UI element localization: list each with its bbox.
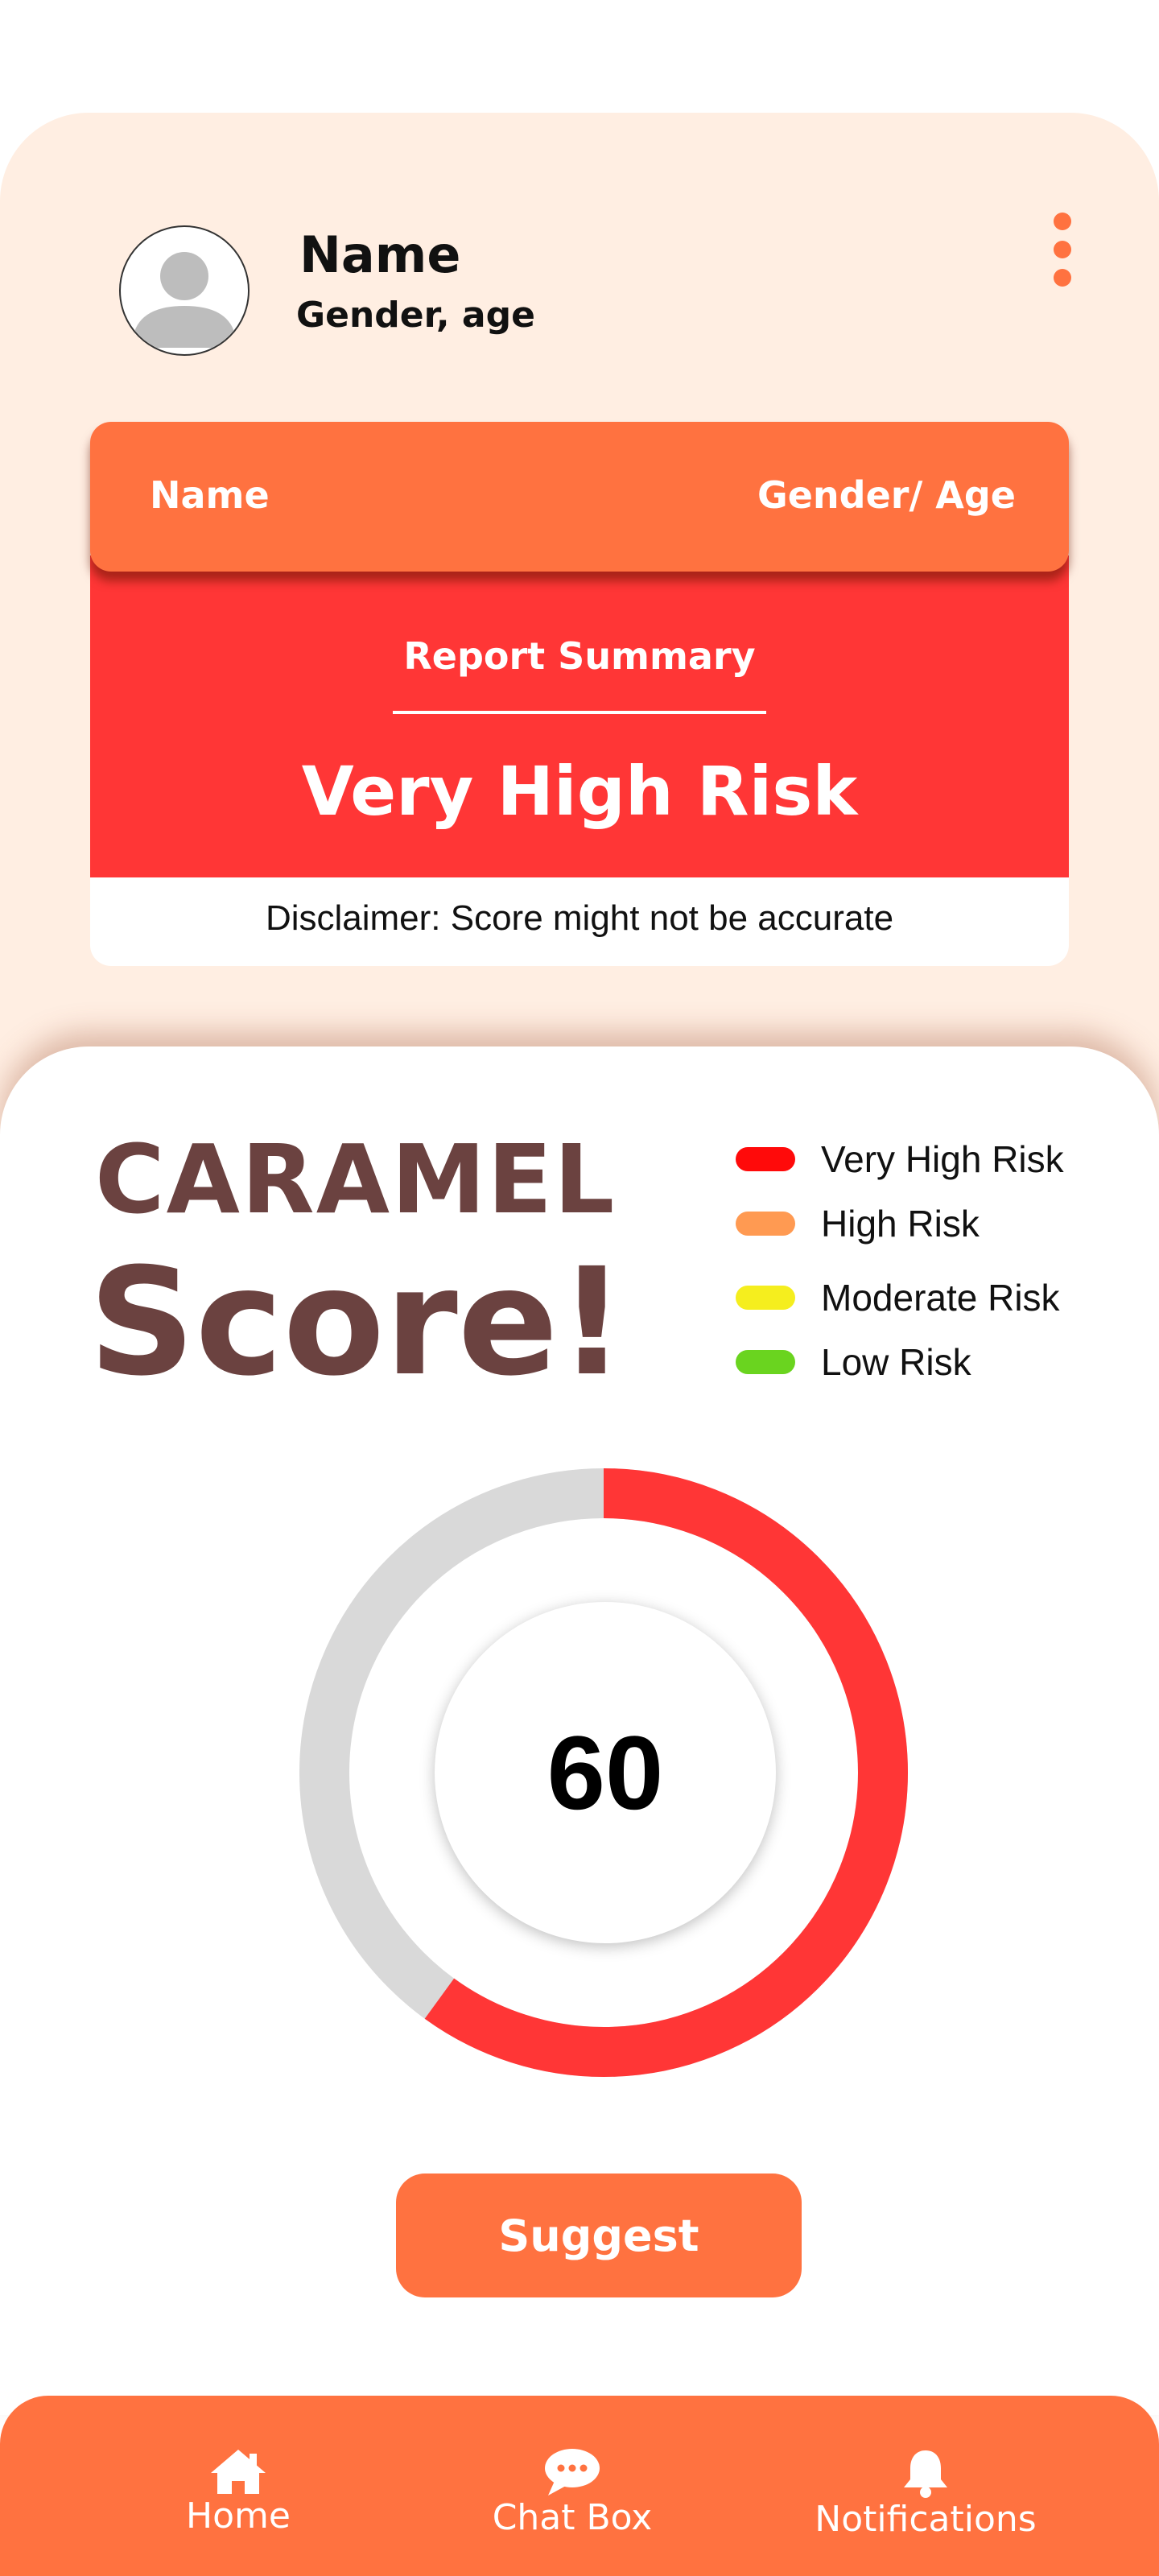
bottom-nav: Home Chat Box Notifications	[0, 2396, 1159, 2576]
legend-swatch	[736, 1212, 795, 1236]
risk-level: Very High Risk	[301, 752, 858, 831]
nav-item-chat-box[interactable]: Chat Box	[464, 2447, 681, 2538]
legend-item-moderate-risk: Moderate Risk	[736, 1274, 1138, 1322]
legend-swatch	[736, 1350, 795, 1374]
legend-label: High Risk	[821, 1203, 980, 1245]
nav-item-home[interactable]: Home	[158, 2447, 319, 2537]
home-icon	[211, 2450, 266, 2494]
nav-label: Notifications	[815, 2499, 1037, 2540]
divider	[393, 711, 766, 714]
legend-label: Low Risk	[821, 1341, 971, 1383]
disclaimer-text: Disclaimer: Score might not be accurate	[265, 898, 894, 938]
nav-item-notifications[interactable]: Notifications	[805, 2447, 1046, 2540]
legend-swatch	[736, 1286, 795, 1310]
report-header-name: Name	[150, 473, 270, 517]
more-vertical-icon[interactable]	[1046, 213, 1079, 287]
legend-label: Moderate Risk	[821, 1277, 1060, 1319]
legend-item-high-risk: High Risk	[736, 1199, 1138, 1248]
suggest-button[interactable]: Suggest	[396, 2174, 802, 2297]
report-summary-label: Report Summary	[403, 634, 756, 678]
nav-label: Chat Box	[492, 2497, 653, 2538]
legend-item-low-risk: Low Risk	[736, 1338, 1138, 1386]
score-value: 60	[547, 1714, 664, 1831]
legend-label: Very High Risk	[821, 1138, 1064, 1180]
legend-swatch	[736, 1147, 795, 1171]
bell-icon	[904, 2450, 947, 2498]
chat-bubble-icon	[545, 2449, 600, 2496]
brand-title: CARAMEL	[95, 1124, 617, 1235]
profile-name: Name	[299, 225, 461, 284]
report-header-gender-age: Gender/ Age	[757, 473, 1016, 517]
profile-gender-age: Gender, age	[296, 295, 535, 336]
user-placeholder-icon	[132, 252, 237, 348]
report-header: Name Gender/ Age	[90, 422, 1069, 572]
legend-item-very-high-risk: Very High Risk	[736, 1135, 1138, 1183]
score-heading: Score!	[89, 1236, 626, 1409]
avatar[interactable]	[119, 225, 250, 356]
nav-label: Home	[186, 2496, 291, 2537]
